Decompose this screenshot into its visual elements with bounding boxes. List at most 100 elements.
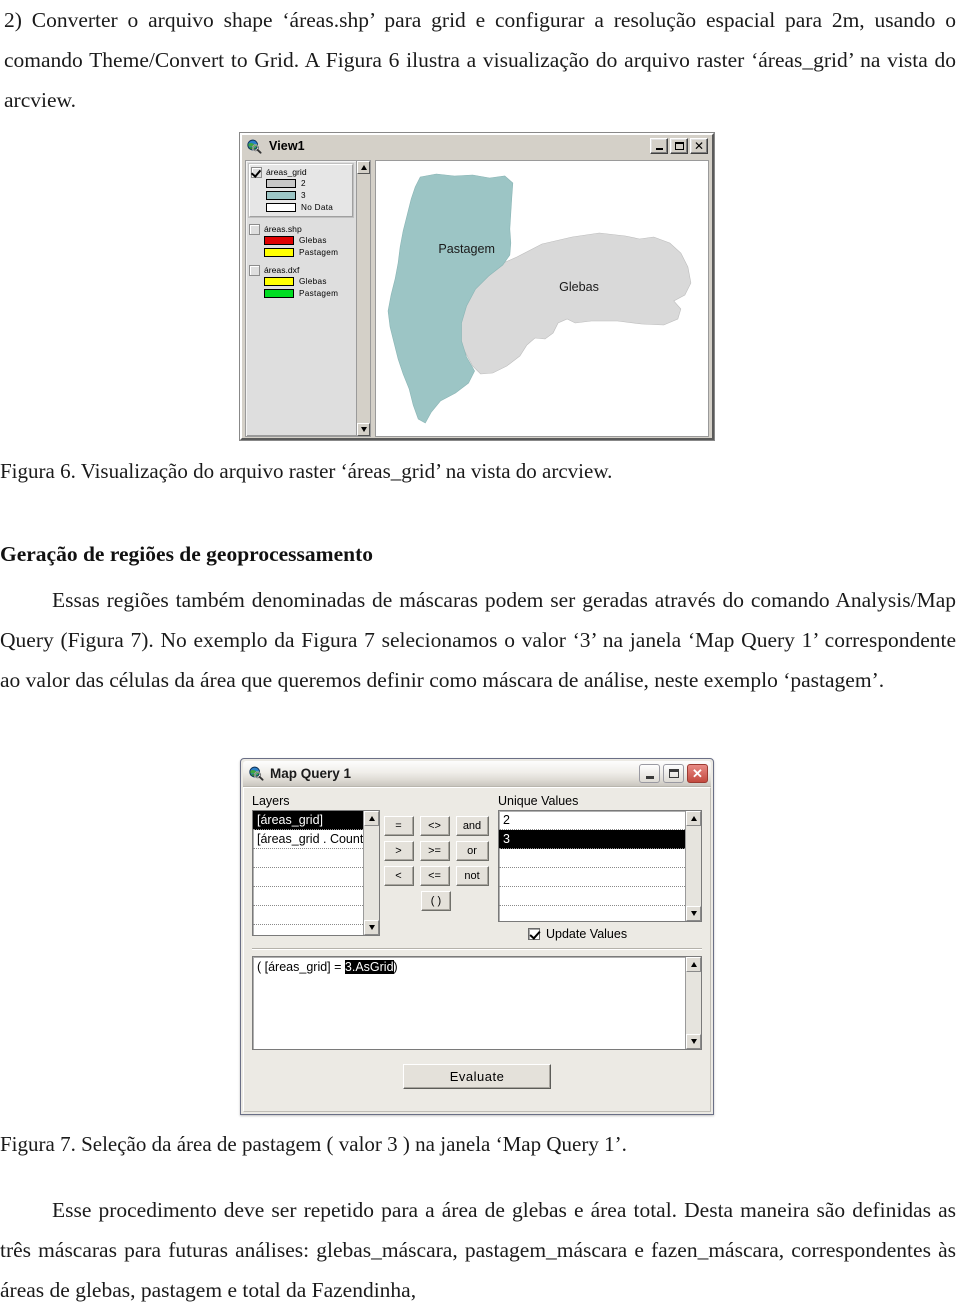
layers-scrollbar[interactable] bbox=[363, 811, 379, 935]
class-swatch bbox=[264, 248, 294, 257]
legend-class-row: Glebas bbox=[264, 276, 354, 287]
legend-scroll-up-button[interactable] bbox=[357, 161, 370, 174]
intro-paragraph-block: 2) Converter o arquivo shape ‘áreas.shp’… bbox=[4, 0, 956, 120]
legend-theme-areas-grid[interactable]: áreas_grid 2 3 No Data bbox=[249, 164, 353, 217]
operator-button-or[interactable]: or bbox=[455, 841, 489, 861]
layers-list-item[interactable] bbox=[253, 868, 363, 887]
expression-textarea[interactable]: ( [áreas_grid] = 3.AsGrid) bbox=[252, 956, 702, 1050]
expression-scroll-down-button[interactable] bbox=[686, 1034, 701, 1049]
update-values-row[interactable]: Update Values bbox=[498, 927, 702, 941]
evaluate-button[interactable]: Evaluate bbox=[403, 1064, 551, 1089]
legend-theme-header[interactable]: áreas_grid bbox=[251, 166, 351, 178]
legend-class-list: Glebas Pastagem bbox=[264, 276, 354, 299]
operator-button-less-equal[interactable]: <= bbox=[419, 866, 450, 886]
unique-values-list-item[interactable] bbox=[499, 868, 685, 887]
layers-scroll-down-button[interactable] bbox=[364, 920, 379, 935]
unique-values-list-item[interactable]: 3 bbox=[499, 830, 685, 849]
close-icon: ✕ bbox=[692, 766, 703, 781]
section-paragraph: Essas regiões também denominadas de másc… bbox=[0, 588, 956, 692]
map-query-maximize-button[interactable] bbox=[663, 764, 684, 783]
map-query-dialog[interactable]: Map Query 1 ✕ Layers [áreas_grid] [áreas… bbox=[240, 758, 714, 1115]
map-query-title: Map Query 1 bbox=[270, 766, 352, 781]
class-label: Glebas bbox=[299, 236, 327, 245]
theme-name: áreas.dxf bbox=[264, 265, 300, 275]
layers-list-item[interactable] bbox=[253, 906, 363, 925]
layers-items: [áreas_grid] [áreas_grid . Count bbox=[253, 811, 363, 935]
layers-list-item[interactable]: [áreas_grid . Count bbox=[253, 830, 363, 849]
layers-list-item[interactable] bbox=[253, 849, 363, 868]
unique-values-scroll-up-button[interactable] bbox=[686, 811, 701, 826]
class-label: No Data bbox=[301, 203, 334, 212]
class-swatch bbox=[266, 203, 296, 212]
closing-paragraph-block: Esse procedimento deve ser repetido para… bbox=[0, 1190, 956, 1310]
expression-highlight: 3.AsGrid bbox=[344, 960, 394, 974]
figure7-caption: Figura 7. Seleção da área de pastagem ( … bbox=[0, 1132, 627, 1156]
operator-button-greater-than[interactable]: > bbox=[383, 841, 414, 861]
arcview-view1-window[interactable]: View1 ✕ áreas_grid 2 3 No Data áreas.shp… bbox=[240, 133, 714, 440]
map-query-window-controls: ✕ bbox=[639, 764, 708, 783]
chevron-up-icon bbox=[360, 165, 367, 170]
operator-button-parentheses[interactable]: ( ) bbox=[421, 891, 451, 911]
theme-checkbox-checked-icon[interactable] bbox=[251, 166, 262, 178]
operator-button-less-than[interactable]: < bbox=[383, 866, 414, 886]
theme-checkbox-unchecked-icon[interactable] bbox=[249, 223, 260, 235]
layers-scroll-up-button[interactable] bbox=[364, 811, 379, 826]
operator-button-and[interactable]: and bbox=[455, 816, 489, 836]
view1-close-button[interactable]: ✕ bbox=[690, 138, 708, 154]
operator-button-greater-equal[interactable]: >= bbox=[419, 841, 450, 861]
expression-prefix: ( [áreas_grid] = bbox=[257, 960, 345, 974]
view1-title: View1 bbox=[269, 139, 305, 153]
legend-theme-header[interactable]: áreas.shp bbox=[249, 223, 354, 235]
unique-values-list-item[interactable] bbox=[499, 887, 685, 906]
map-query-minimize-button[interactable] bbox=[639, 764, 660, 783]
legend-class-row: 3 bbox=[266, 190, 351, 201]
theme-checkbox-unchecked-icon[interactable] bbox=[249, 264, 260, 276]
legend-scrollbar[interactable] bbox=[356, 161, 370, 436]
legend-theme-list: áreas_grid 2 3 No Data áreas.shp Glebas … bbox=[246, 161, 356, 436]
legend-scroll-down-button[interactable] bbox=[357, 423, 370, 436]
layers-label: Layers bbox=[252, 794, 290, 808]
update-values-checkbox[interactable] bbox=[528, 928, 540, 940]
view1-window-controls: ✕ bbox=[650, 138, 710, 154]
map-query-close-button[interactable]: ✕ bbox=[687, 764, 708, 783]
view1-titlebar[interactable]: View1 ✕ bbox=[242, 135, 712, 157]
operator-button-not[interactable]: not bbox=[455, 866, 489, 886]
view1-maximize-button[interactable] bbox=[670, 138, 688, 154]
chevron-down-icon bbox=[690, 911, 697, 916]
unique-values-list-item[interactable]: 2 bbox=[499, 811, 685, 830]
theme-name: áreas_grid bbox=[266, 167, 307, 177]
operator-button-not-equals[interactable]: <> bbox=[419, 816, 450, 836]
map-graphic: Pastagem Glebas bbox=[376, 161, 708, 436]
view1-legend-panel[interactable]: áreas_grid 2 3 No Data áreas.shp Glebas … bbox=[245, 160, 371, 437]
expression-content[interactable]: ( [áreas_grid] = 3.AsGrid) bbox=[253, 957, 685, 1049]
view1-map-canvas[interactable]: Pastagem Glebas bbox=[375, 160, 709, 437]
operator-button-equals[interactable]: = bbox=[383, 816, 414, 836]
legend-theme-areas-dxf[interactable]: áreas.dxf Glebas Pastagem bbox=[249, 264, 354, 299]
layers-listbox[interactable]: [áreas_grid] [áreas_grid . Count bbox=[252, 810, 380, 936]
operator-row: = <> and bbox=[380, 816, 492, 836]
map-query-titlebar[interactable]: Map Query 1 ✕ bbox=[243, 761, 711, 787]
view1-body: áreas_grid 2 3 No Data áreas.shp Glebas … bbox=[245, 160, 709, 437]
chevron-up-icon bbox=[368, 816, 375, 821]
view1-minimize-button[interactable] bbox=[650, 138, 668, 154]
intro-paragraph: 2) Converter o arquivo shape ‘áreas.shp’… bbox=[4, 8, 956, 112]
unique-values-list-item[interactable] bbox=[499, 849, 685, 868]
expression-scrollbar[interactable] bbox=[685, 957, 701, 1049]
expression-suffix: ) bbox=[393, 960, 398, 974]
legend-class-row: Pastagem bbox=[264, 288, 354, 299]
chevron-up-icon bbox=[690, 816, 697, 821]
unique-values-scroll-down-button[interactable] bbox=[686, 906, 701, 921]
unique-values-list-item[interactable] bbox=[499, 906, 685, 921]
layers-list-item[interactable] bbox=[253, 887, 363, 906]
layers-list-item[interactable]: [áreas_grid] bbox=[253, 811, 363, 830]
evaluate-button-row: Evaluate bbox=[252, 1064, 702, 1089]
map-label-glebas: Glebas bbox=[559, 280, 599, 294]
legend-theme-header[interactable]: áreas.dxf bbox=[249, 264, 354, 276]
expression-scroll-up-button[interactable] bbox=[686, 957, 701, 972]
unique-values-listbox[interactable]: 2 3 bbox=[498, 810, 702, 922]
arcview-globe-magnifier-icon bbox=[248, 766, 264, 781]
legend-theme-areas-shp[interactable]: áreas.shp Glebas Pastagem bbox=[249, 223, 354, 258]
operator-keypad: = <> and > >= or < <= not () bbox=[380, 794, 492, 944]
class-swatch bbox=[266, 191, 296, 200]
unique-values-scrollbar[interactable] bbox=[685, 811, 701, 921]
